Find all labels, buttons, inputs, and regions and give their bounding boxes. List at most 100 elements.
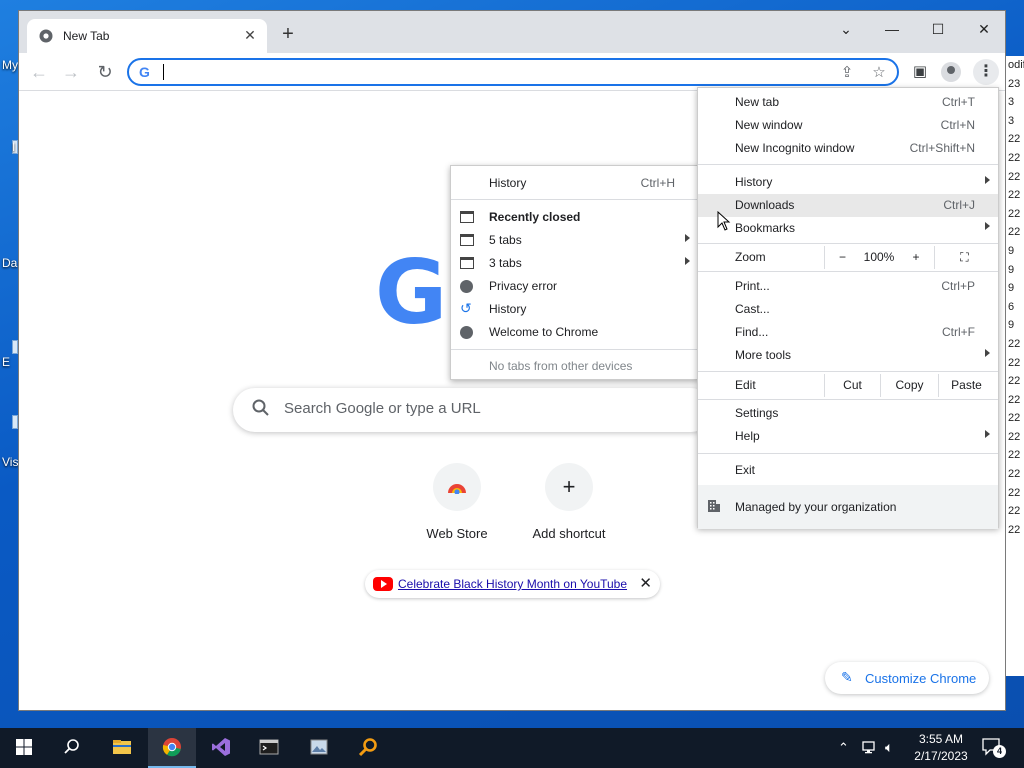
share-icon[interactable]: ⇪ bbox=[837, 63, 857, 83]
menu-item-new-tab[interactable]: New tab Ctrl+T bbox=[698, 91, 998, 114]
menu-item-shortcut: Ctrl+N bbox=[940, 118, 975, 132]
menu-item-more-tools[interactable]: More tools bbox=[698, 344, 998, 367]
menu-item-label: Exit bbox=[735, 463, 756, 477]
terminal-button[interactable] bbox=[245, 728, 293, 768]
desktop-icon-label[interactable]: My bbox=[2, 58, 18, 72]
google-logo: G bbox=[375, 241, 448, 344]
toolbar: ← → ↻ G ⇪ ☆ ▣ ⋮ bbox=[19, 53, 1005, 91]
history-item-5-tabs[interactable]: 5 tabs bbox=[451, 229, 698, 252]
menu-item-new-incognito[interactable]: New Incognito window Ctrl+Shift+N bbox=[698, 137, 998, 160]
background-window-row: 22 bbox=[1008, 226, 1021, 239]
plus-icon: + bbox=[545, 463, 593, 511]
text-caret bbox=[163, 64, 164, 80]
promo-close-icon[interactable]: ✕ bbox=[639, 574, 652, 592]
history-item-history[interactable]: ↺ History bbox=[451, 298, 698, 321]
desktop-icon-label[interactable]: I bbox=[12, 140, 15, 154]
webstore-icon bbox=[433, 463, 481, 511]
paste-button[interactable]: Paste bbox=[938, 374, 994, 397]
search-button[interactable] bbox=[48, 728, 96, 768]
submenu-arrow-icon bbox=[685, 234, 690, 242]
shortcut-add[interactable]: + Add shortcut bbox=[519, 463, 619, 553]
background-window-row: 3 bbox=[1008, 114, 1015, 127]
photo-app-button[interactable] bbox=[295, 728, 343, 768]
history-item-welcome[interactable]: Welcome to Chrome bbox=[451, 321, 698, 344]
promo-link[interactable]: Celebrate Black History Month on YouTube bbox=[398, 577, 627, 591]
address-bar[interactable]: G ⇪ ☆ bbox=[127, 58, 899, 86]
reload-icon[interactable]: ↻ bbox=[93, 61, 117, 83]
desktop-icon-label[interactable]: Da bbox=[2, 256, 17, 270]
menu-item-label: Bookmarks bbox=[735, 221, 796, 235]
menu-item-print[interactable]: Print... Ctrl+P bbox=[698, 275, 998, 298]
background-window-row: 6 bbox=[1008, 300, 1015, 313]
windows-logo-icon bbox=[16, 739, 32, 755]
maximize-button[interactable]: ☐ bbox=[915, 15, 961, 43]
menu-item-exit[interactable]: Exit bbox=[698, 459, 998, 482]
volume-icon[interactable]: 🔈︎ bbox=[885, 739, 893, 768]
network-icon[interactable] bbox=[862, 741, 880, 755]
menu-item-shortcut: Ctrl+Shift+N bbox=[909, 141, 975, 155]
menu-item-history[interactable]: History bbox=[698, 171, 998, 194]
menu-item-label: New window bbox=[735, 118, 803, 132]
tab-close-icon[interactable]: ✕ bbox=[241, 26, 259, 44]
title-bar[interactable]: New Tab ✕ + ⌄ — ☐ ✕ bbox=[19, 11, 1005, 53]
side-panel-icon[interactable]: ▣ bbox=[909, 62, 931, 82]
background-window-row: 9 bbox=[1008, 244, 1015, 257]
menu-separator bbox=[451, 199, 698, 200]
chrome-menu-button[interactable]: ⋮ bbox=[973, 59, 999, 85]
background-window-row: 9 bbox=[1008, 263, 1015, 276]
menu-item-label: History bbox=[735, 175, 773, 189]
file-explorer-button[interactable] bbox=[98, 728, 146, 768]
visual-studio-button[interactable] bbox=[197, 728, 245, 768]
new-tab-button[interactable]: + bbox=[277, 24, 299, 46]
menu-item-bookmarks[interactable]: Bookmarks bbox=[698, 217, 998, 240]
bookmark-star-icon[interactable]: ☆ bbox=[869, 63, 889, 83]
clock-date: 2/17/2023 bbox=[914, 749, 968, 763]
history-shortcut: Ctrl+H bbox=[640, 176, 675, 190]
menu-item-downloads[interactable]: Downloads Ctrl+J bbox=[698, 194, 998, 217]
close-window-button[interactable]: ✕ bbox=[961, 15, 1005, 43]
zoom-in-button[interactable]: + bbox=[898, 246, 934, 269]
shortcut-web-store[interactable]: Web Store bbox=[407, 463, 507, 553]
desktop-icon-label[interactable]: Vis bbox=[2, 455, 18, 469]
menu-item-label: Edit bbox=[735, 378, 756, 392]
show-hidden-icons-chevron-icon[interactable]: ⌃ bbox=[838, 740, 849, 768]
background-window-row: 23 bbox=[1008, 77, 1021, 90]
menu-item-shortcut: Ctrl+P bbox=[941, 279, 975, 293]
menu-item-label: New Incognito window bbox=[735, 141, 855, 155]
history-item-label: Privacy error bbox=[489, 279, 558, 293]
menu-item-find[interactable]: Find... Ctrl+F bbox=[698, 321, 998, 344]
submenu-arrow-icon bbox=[985, 176, 990, 184]
cut-button[interactable]: Cut bbox=[824, 374, 880, 397]
forward-arrow-icon[interactable]: → bbox=[59, 61, 83, 83]
menu-separator bbox=[698, 243, 998, 244]
background-window-row: 22 bbox=[1008, 505, 1021, 518]
start-button[interactable] bbox=[0, 728, 48, 768]
search-box[interactable]: Search Google or type a URL bbox=[233, 388, 713, 432]
chrome-taskbar-button[interactable] bbox=[148, 728, 196, 768]
menu-item-settings[interactable]: Settings bbox=[698, 402, 998, 425]
notification-center-button[interactable]: 4 bbox=[982, 738, 1006, 768]
shortcut-label: Add shortcut bbox=[532, 526, 606, 541]
submenu-arrow-icon bbox=[685, 257, 690, 265]
fullscreen-icon[interactable]: ⛶ bbox=[934, 246, 994, 269]
managed-by-org-item[interactable]: Managed by your organization bbox=[698, 485, 998, 529]
customize-chrome-button[interactable]: ✎ Customize Chrome bbox=[825, 662, 989, 694]
history-item-privacy-error[interactable]: Privacy error bbox=[451, 275, 698, 298]
copy-button[interactable]: Copy bbox=[880, 374, 938, 397]
menu-item-cast[interactable]: Cast... bbox=[698, 298, 998, 321]
menu-item-new-window[interactable]: New window Ctrl+N bbox=[698, 114, 998, 137]
tab-new-tab[interactable]: New Tab ✕ bbox=[27, 19, 267, 53]
profile-avatar-icon[interactable] bbox=[941, 62, 961, 82]
search-tool-button[interactable] bbox=[344, 728, 392, 768]
history-menu-item[interactable]: History Ctrl+H bbox=[451, 172, 698, 195]
history-item-3-tabs[interactable]: 3 tabs bbox=[451, 252, 698, 275]
back-arrow-icon[interactable]: ← bbox=[27, 61, 51, 83]
clock[interactable]: 3:55 AM 2/17/2023 bbox=[912, 732, 970, 768]
minimize-button[interactable]: — bbox=[869, 15, 915, 43]
background-window-row: 22 bbox=[1008, 151, 1021, 164]
desktop-icon-label[interactable]: E bbox=[2, 355, 10, 369]
menu-item-help[interactable]: Help bbox=[698, 425, 998, 448]
zoom-out-button[interactable]: − bbox=[824, 246, 860, 269]
notification-count: 4 bbox=[993, 745, 1006, 758]
tab-search-dropdown-icon[interactable]: ⌄ bbox=[823, 15, 869, 43]
